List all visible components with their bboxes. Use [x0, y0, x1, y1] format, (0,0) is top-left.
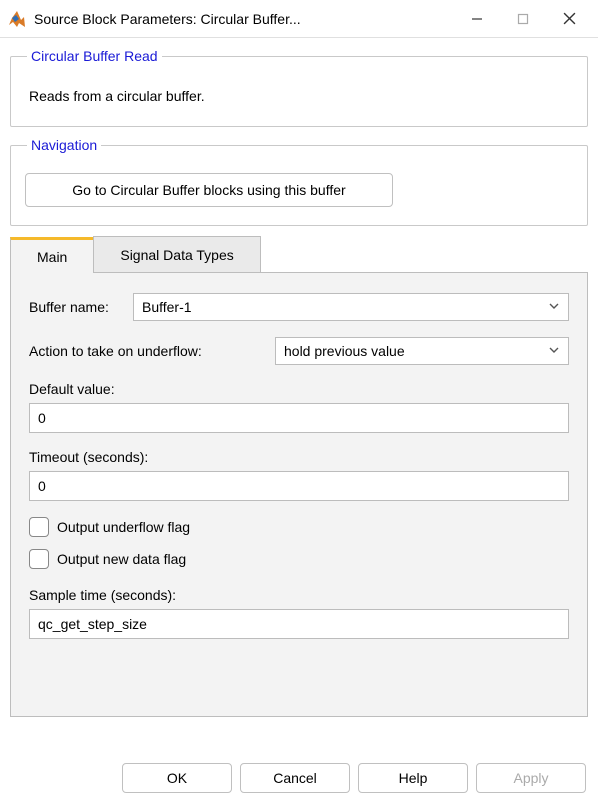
close-button[interactable] — [546, 0, 592, 38]
chevron-down-icon — [548, 299, 560, 315]
timeout-input[interactable] — [29, 471, 569, 501]
buffer-name-select[interactable]: Buffer-1 — [133, 293, 569, 321]
tab-main-body: Buffer name: Buffer-1 Action to take on … — [10, 273, 588, 717]
dialog-footer: OK Cancel Help Apply — [0, 763, 598, 793]
underflow-action-label: Action to take on underflow: — [29, 343, 275, 359]
tab-strip: Main Signal Data Types — [10, 236, 588, 273]
sample-time-label: Sample time (seconds): — [29, 587, 569, 603]
window-title: Source Block Parameters: Circular Buffer… — [34, 11, 301, 27]
tab-signal-data-types[interactable]: Signal Data Types — [93, 236, 260, 272]
minimize-button[interactable] — [454, 0, 500, 38]
dialog-content: Circular Buffer Read Reads from a circul… — [0, 38, 598, 717]
output-underflow-flag-label: Output underflow flag — [57, 519, 190, 535]
default-value-input[interactable] — [29, 403, 569, 433]
tab-main[interactable]: Main — [10, 237, 94, 273]
cancel-button[interactable]: Cancel — [240, 763, 350, 793]
maximize-button[interactable] — [500, 0, 546, 38]
buffer-name-value: Buffer-1 — [142, 299, 192, 315]
matlab-icon — [8, 10, 26, 28]
apply-button[interactable]: Apply — [476, 763, 586, 793]
navigation-panel-legend: Navigation — [27, 137, 101, 153]
reader-panel: Circular Buffer Read Reads from a circul… — [10, 48, 588, 127]
buffer-name-label: Buffer name: — [29, 299, 133, 315]
goto-buffer-blocks-button[interactable]: Go to Circular Buffer blocks using this … — [25, 173, 393, 207]
output-new-data-flag-checkbox[interactable] — [29, 549, 49, 569]
underflow-action-select[interactable]: hold previous value — [275, 337, 569, 365]
sample-time-input[interactable] — [29, 609, 569, 639]
chevron-down-icon — [548, 343, 560, 359]
titlebar: Source Block Parameters: Circular Buffer… — [0, 0, 598, 38]
underflow-action-value: hold previous value — [284, 343, 405, 359]
navigation-panel: Navigation Go to Circular Buffer blocks … — [10, 137, 588, 226]
help-button[interactable]: Help — [358, 763, 468, 793]
reader-description: Reads from a circular buffer. — [25, 78, 573, 110]
default-value-label: Default value: — [29, 381, 569, 397]
reader-panel-legend: Circular Buffer Read — [27, 48, 162, 64]
output-underflow-flag-checkbox[interactable] — [29, 517, 49, 537]
timeout-label: Timeout (seconds): — [29, 449, 569, 465]
ok-button[interactable]: OK — [122, 763, 232, 793]
output-new-data-flag-label: Output new data flag — [57, 551, 186, 567]
